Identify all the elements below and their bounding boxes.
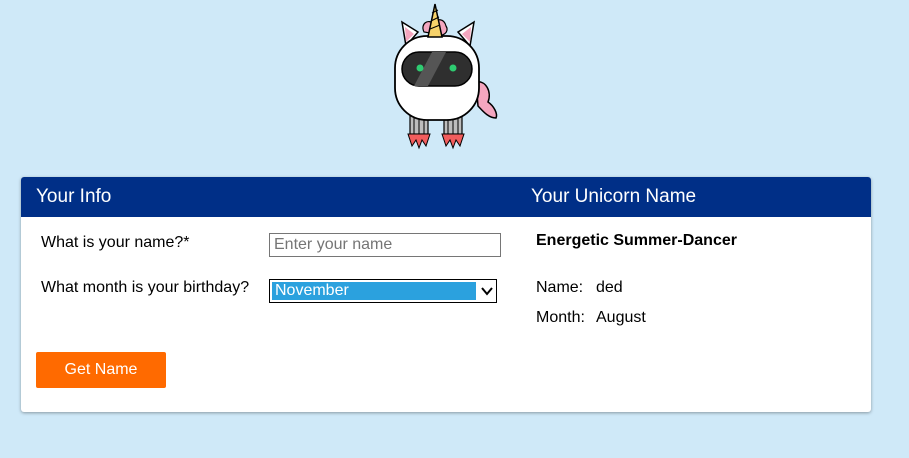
- result-name-value: ded: [596, 279, 623, 296]
- name-label: What is your name?*: [41, 234, 190, 251]
- get-name-button[interactable]: Get Name: [36, 352, 166, 388]
- selected-month: November: [272, 282, 476, 300]
- unicorn-name-card: Your Info Your Unicorn Name What is your…: [21, 177, 871, 412]
- unicorn-name-result: Energetic Summer-Dancer: [536, 232, 737, 249]
- result-name-label: Name:: [536, 279, 584, 296]
- birthday-month-label: What month is your birthday?: [41, 279, 250, 296]
- your-info-heading: Your Info: [36, 186, 112, 207]
- result-month-value: August: [596, 309, 646, 326]
- unicorn-robot-icon: [394, 3, 498, 150]
- name-input[interactable]: [269, 233, 501, 257]
- result-month-label: Month:: [536, 309, 585, 326]
- card-header: Your Info Your Unicorn Name: [21, 177, 871, 217]
- your-unicorn-name-heading: Your Unicorn Name: [531, 186, 697, 207]
- birthday-month-select[interactable]: November: [269, 279, 497, 303]
- chevron-down-icon: [481, 287, 493, 296]
